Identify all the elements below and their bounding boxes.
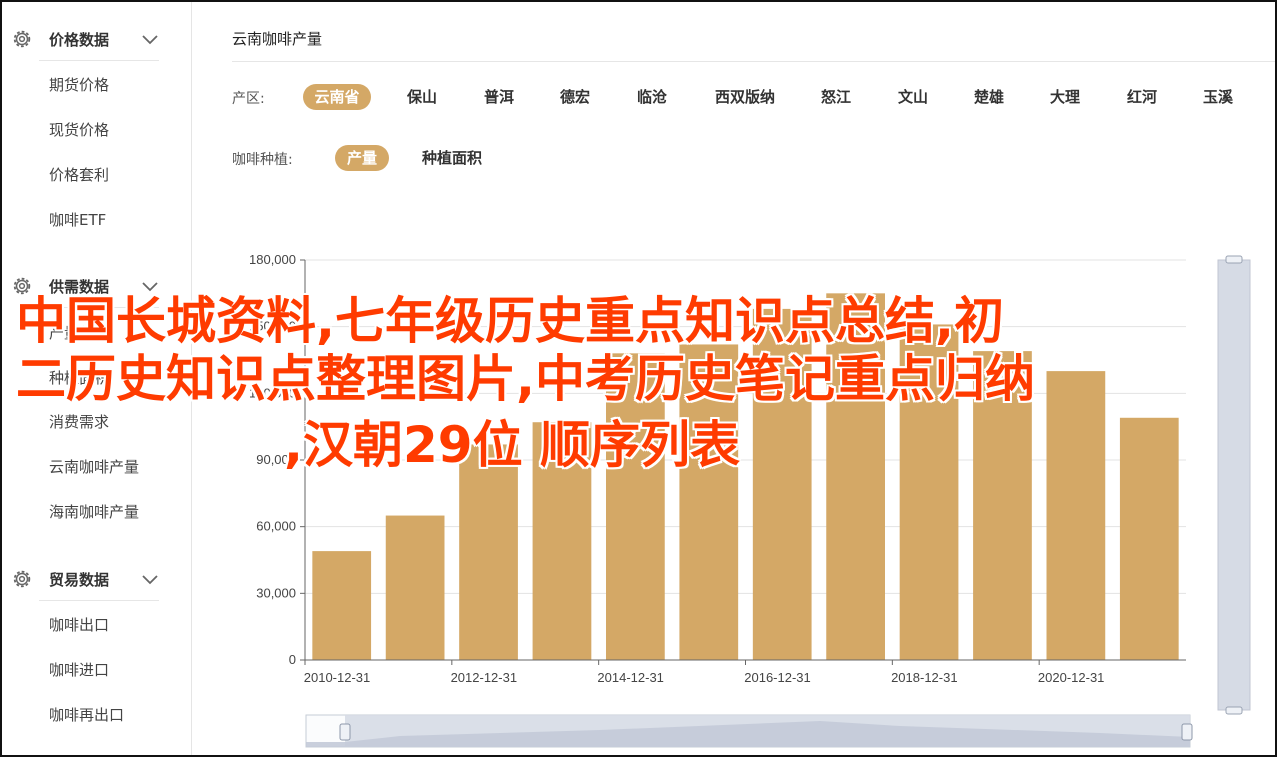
x-tick-label: 2020-12-31 [1038, 670, 1105, 685]
sidebar-section-title: 贸易数据 [49, 571, 110, 589]
region-option-nujiang[interactable]: 怒江 [808, 84, 864, 110]
sidebar-item-futures-price[interactable]: 期货价格 [49, 74, 109, 95]
divider [39, 600, 159, 601]
sidebar-item-coffee-etf[interactable]: 咖啡ETF [49, 209, 106, 230]
region-option-puer[interactable]: 普洱 [471, 84, 527, 110]
gear-icon [13, 30, 31, 48]
region-option-yuxi[interactable]: 玉溪 [1190, 84, 1246, 110]
bar-2013-12-31[interactable] [532, 422, 592, 660]
sidebar-item-coffee-import[interactable]: 咖啡进口 [49, 659, 109, 680]
sidebar-item-yunnan-output[interactable]: 云南咖啡产量 [49, 456, 139, 477]
y-tick-label: 90,000 [256, 452, 296, 467]
page-title: 云南咖啡产量 [232, 30, 323, 48]
sidebar: 价格数据 期货价格 现货价格 价格套利 咖啡ETF 供需数据 产量供应 种植面积… [2, 2, 192, 755]
bar-2014-12-31[interactable] [606, 353, 665, 660]
bar-2019-12-31[interactable] [973, 351, 1032, 660]
sidebar-section-title: 供需数据 [49, 278, 110, 296]
bar-2015-12-31[interactable] [679, 344, 739, 660]
gear-icon [13, 570, 31, 588]
metric-filter-label: 咖啡种植: [232, 152, 293, 168]
metric-option-planting-area[interactable]: 种植面积 [412, 145, 492, 171]
sidebar-item-consumption-demand[interactable]: 消费需求 [49, 411, 109, 432]
x-tick-label: 2018-12-31 [891, 670, 958, 685]
region-option-xishuangbanna[interactable]: 西双版纳 [702, 84, 788, 110]
divider [39, 307, 159, 308]
region-filter-label: 产区: [232, 91, 265, 107]
y-tick-label: 120,000 [249, 385, 296, 400]
y-tick-label: 0 [289, 652, 296, 667]
y-tick-label: 30,000 [256, 585, 296, 600]
bar-2020-12-31[interactable] [1046, 371, 1106, 660]
region-option-yunnan[interactable]: 云南省 [303, 84, 371, 110]
chevron-down-icon [142, 282, 158, 292]
sidebar-item-coffee-reexport[interactable]: 咖啡再出口 [49, 704, 124, 725]
slider-handle-bottom[interactable] [1225, 706, 1243, 715]
sidebar-section-trade[interactable]: 贸易数据 [2, 556, 192, 600]
region-option-honghe[interactable]: 红河 [1114, 84, 1170, 110]
zoom-handle-right[interactable] [1181, 723, 1193, 741]
region-option-dali[interactable]: 大理 [1037, 84, 1093, 110]
region-option-chuxiong[interactable]: 楚雄 [961, 84, 1017, 110]
vertical-zoom-slider[interactable] [1217, 255, 1251, 715]
gear-icon [13, 277, 31, 295]
sidebar-item-hainan-output[interactable]: 海南咖啡产量 [49, 501, 139, 522]
region-option-wenshan[interactable]: 文山 [885, 84, 941, 110]
horizontal-data-zoom[interactable] [305, 714, 1193, 748]
bar-2017-12-31[interactable] [826, 293, 885, 660]
metric-option-output[interactable]: 产量 [335, 145, 389, 171]
sidebar-item-planting-area[interactable]: 种植面积 [49, 367, 109, 388]
region-option-baoshan[interactable]: 保山 [394, 84, 450, 110]
x-tick-label: 2014-12-31 [597, 670, 664, 685]
sidebar-item-production-supply[interactable]: 产量供应 [49, 322, 109, 343]
sidebar-section-price[interactable]: 价格数据 [2, 16, 192, 60]
y-tick-label: 150,000 [249, 319, 296, 334]
chevron-down-icon [142, 35, 158, 45]
bar-2021-12-31[interactable] [1119, 417, 1179, 660]
x-tick-label: 2010-12-31 [304, 670, 371, 685]
chevron-down-icon [142, 575, 158, 585]
y-tick-label: 180,000 [249, 252, 296, 267]
sidebar-section-title: 价格数据 [49, 31, 110, 49]
divider [232, 61, 1275, 62]
bar-2016-12-31[interactable] [752, 308, 812, 660]
slider-handle-top[interactable] [1225, 255, 1243, 264]
region-option-lincang[interactable]: 临沧 [624, 84, 680, 110]
sidebar-item-spot-price[interactable]: 现货价格 [49, 119, 109, 140]
bar-2012-12-31[interactable] [459, 444, 518, 660]
x-tick-label: 2016-12-31 [744, 670, 811, 685]
x-tick-label: 2012-12-31 [451, 670, 518, 685]
bar-2011-12-31[interactable] [385, 515, 445, 660]
sidebar-item-price-arbitrage[interactable]: 价格套利 [49, 164, 109, 185]
sidebar-item-coffee-export[interactable]: 咖啡出口 [49, 614, 109, 635]
bar-2018-12-31[interactable] [899, 324, 959, 660]
region-option-dehong[interactable]: 德宏 [547, 84, 603, 110]
sidebar-section-supply[interactable]: 供需数据 [2, 263, 192, 307]
bar-2010-12-31[interactable] [312, 551, 372, 660]
zoom-handle-left[interactable] [339, 723, 351, 741]
y-tick-label: 60,000 [256, 519, 296, 534]
divider [39, 60, 159, 61]
